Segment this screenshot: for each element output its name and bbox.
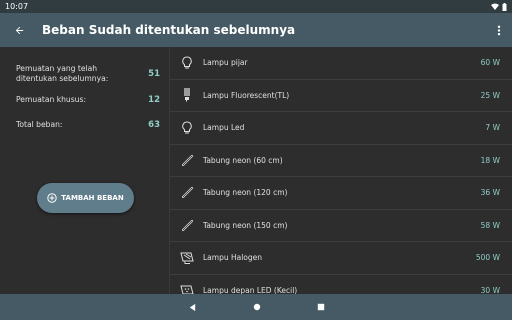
main-content: Pemuatan yang telah ditentukan sebelumny… [0, 47, 512, 294]
load-wattage: 500 W [475, 253, 500, 263]
add-circle-icon [47, 193, 57, 203]
wifi-icon [491, 3, 499, 10]
load-name: Lampu Led [203, 123, 245, 133]
back-button[interactable] [0, 13, 38, 47]
stat-custom-value: 12 [148, 95, 160, 105]
load-wattage: 36 W [480, 188, 500, 198]
list-item[interactable]: Lampu Halogen 500 W [170, 242, 512, 275]
halogen-lamp-icon [180, 251, 194, 265]
arrow-back-icon [15, 26, 23, 34]
list-item[interactable]: Tabung neon (60 cm) 18 W [170, 145, 512, 177]
load-wattage: 25 W [480, 90, 500, 100]
overflow-menu-button[interactable] [486, 13, 512, 47]
page-title: Beban Sudah ditentukan sebelumnya [42, 23, 296, 37]
add-load-button[interactable]: TAMBAH BEBAN [37, 183, 134, 213]
load-name: Lampu depan LED (Kecil) [203, 285, 298, 294]
stat-total-value: 63 [148, 120, 160, 130]
load-name: Tabung neon (120 cm) [203, 188, 288, 198]
summary-panel: Pemuatan yang telah ditentukan sebelumny… [0, 47, 170, 294]
load-list: Lampu pijar 60 W Lampu Fluorescent(TL) 25 W… [170, 47, 512, 294]
nav-recents-icon[interactable] [317, 303, 325, 311]
load-wattage: 60 W [480, 58, 500, 68]
stat-preset: Pemuatan yang telah ditentukan sebelumny… [16, 64, 160, 84]
led-floodlight-icon [180, 283, 194, 294]
load-name: Tabung neon (60 cm) [203, 155, 283, 165]
load-wattage: 7 W [485, 123, 500, 133]
stat-total-label: Total beban: [16, 120, 63, 129]
list-item[interactable]: Tabung neon (120 cm) 36 W [170, 177, 512, 210]
list-item[interactable]: Lampu Led 7 W [170, 112, 512, 145]
stat-preset-value: 51 [148, 69, 160, 79]
stat-total: Total beban: 63 [16, 120, 160, 130]
list-item[interactable]: Tabung neon (150 cm) 58 W [170, 210, 512, 242]
load-name: Lampu Halogen [203, 253, 263, 263]
neon-tube-icon [180, 153, 194, 167]
status-bar: 10:07 [0, 0, 512, 13]
stat-preset-label: Pemuatan yang telah ditentukan sebelumny… [16, 64, 109, 83]
neon-tube-icon [180, 186, 194, 200]
fluorescent-lamp-icon [180, 88, 194, 102]
more-vert-icon [497, 25, 501, 35]
app-bar: Beban Sudah ditentukan sebelumnya [0, 13, 512, 47]
list-item[interactable]: Lampu Fluorescent(TL) 25 W [170, 80, 512, 112]
load-wattage: 18 W [480, 155, 500, 165]
navigation-bar [0, 294, 512, 320]
nav-home-icon[interactable] [253, 303, 261, 311]
led-bulb-icon [180, 121, 194, 135]
load-wattage: 58 W [480, 220, 500, 230]
nav-back-icon[interactable] [188, 303, 197, 312]
load-name: Lampu pijar [203, 58, 248, 68]
load-name: Lampu Fluorescent(TL) [203, 90, 290, 100]
status-time: 10:07 [5, 2, 29, 11]
load-wattage: 30 W [480, 285, 500, 294]
add-load-label: TAMBAH BEBAN [61, 194, 124, 202]
bulb-icon [180, 56, 194, 70]
stat-custom-label: Pemuatan khusus: [16, 95, 87, 104]
battery-icon [502, 2, 507, 11]
stat-custom: Pemuatan khusus: 12 [16, 95, 160, 105]
list-item[interactable]: Lampu pijar 60 W [170, 47, 512, 80]
neon-tube-icon [180, 218, 194, 232]
load-name: Tabung neon (150 cm) [203, 220, 288, 230]
list-item[interactable]: Lampu depan LED (Kecil) 30 W [170, 275, 512, 294]
